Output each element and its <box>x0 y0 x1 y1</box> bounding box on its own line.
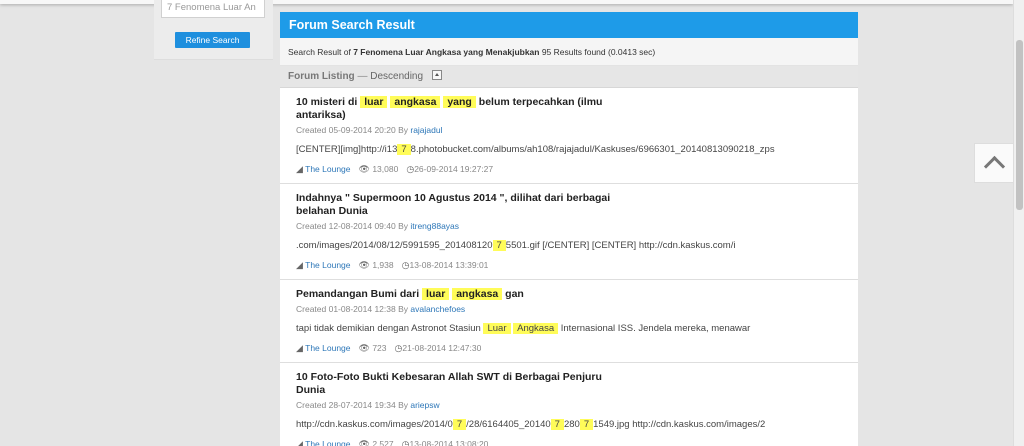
thread-snippet: http://cdn.kaskus.com/images/2014/0 7/28/… <box>296 418 843 431</box>
snippet-part: .com/images/2014/08/12/5991595_201408120 <box>296 240 493 251</box>
title-part: Indahnya " Supermoon 10 Agustus 2014 ", … <box>296 192 611 217</box>
result-query: 7 Fenomena Luar Angkasa yang Menakjubkan <box>353 47 540 57</box>
listing-separator: — <box>354 71 371 82</box>
snippet-part: 8.photobucket.com/albums/ah108/rajajadul… <box>410 144 775 155</box>
created-text: Created 12-08-2014 09:40 By <box>296 221 411 231</box>
thread-snippet: tapi tidak demikian dengan Astronot Stas… <box>296 322 843 335</box>
eye-icon: 👁 <box>358 260 370 270</box>
tag-icon: ◢ <box>296 439 303 446</box>
last-post-time: 26-09-2014 19:27:27 <box>414 164 494 174</box>
back-to-top-button[interactable] <box>974 143 1014 183</box>
thread-list: 10 misteri di luar angkasa yang belum te… <box>280 88 858 446</box>
snippet-part: 7 <box>550 419 564 430</box>
snippet-part: 1549.jpg http://cdn.kaskus.com/images/2 <box>593 419 766 430</box>
listing-order: Descending <box>370 71 424 82</box>
title-part: Pemandangan Bumi dari <box>296 288 423 300</box>
category-link[interactable]: The Lounge <box>305 260 350 270</box>
title-part: angkasa <box>390 96 441 108</box>
author-link[interactable]: avalanchefoes <box>410 304 465 314</box>
thread-meta: Created 01-08-2014 12:38 By avalanchefoe… <box>296 303 843 315</box>
thread-row: Pemandangan Bumi dari luar angkasa gan Cr… <box>280 280 858 363</box>
eye-icon: 👁 <box>358 439 370 446</box>
tag-icon: ◢ <box>296 343 303 353</box>
category-link[interactable]: The Lounge <box>305 343 350 353</box>
views-count: 1,938 <box>372 260 394 270</box>
snippet-part: 5501.gif [/CENTER] [CENTER] http://cdn.k… <box>505 240 736 251</box>
snippet-part: Angkasa <box>513 323 559 334</box>
snippet-part: [CENTER][img]http://i13 <box>296 144 398 155</box>
author-link[interactable]: itreng88ayas <box>410 221 459 231</box>
views-count: 2,527 <box>372 439 394 446</box>
snippet-part: 7 <box>397 144 411 155</box>
title-part: luar <box>422 288 450 300</box>
eye-icon: 👁 <box>358 343 370 353</box>
title-part: gan <box>502 288 524 300</box>
thread-meta: Created 28-07-2014 19:34 By ariepsw <box>296 399 843 411</box>
thread-stats: ◢ The Lounge 👁 723 ◷21-08-2014 12:47:30 <box>296 342 843 354</box>
title-part: angkasa <box>452 288 503 300</box>
thread-stats: ◢ The Lounge 👁 13,080 ◷26-09-2014 19:27:27 <box>296 163 843 175</box>
snippet-part: 7 <box>452 419 467 430</box>
thread-title[interactable]: 10 misteri di luar angkasa yang belum te… <box>296 96 626 122</box>
eye-icon: 👁 <box>358 164 370 174</box>
created-text: Created 01-08-2014 12:38 By <box>296 304 411 314</box>
forum-listing-bar: Forum Listing — Descending <box>280 66 858 88</box>
snippet-part: tapi tidak demikian dengan Astronot Stas… <box>296 323 484 334</box>
thread-row: 10 misteri di luar angkasa yang belum te… <box>280 88 858 184</box>
clock-icon: ◷ <box>406 164 415 174</box>
scrollbar[interactable] <box>1013 0 1024 446</box>
thread-title[interactable]: Pemandangan Bumi dari luar angkasa gan <box>296 288 626 301</box>
category-link[interactable]: The Lounge <box>305 439 350 446</box>
thread-snippet: [CENTER][img]http://i13 7 8.photobucket.co… <box>296 143 843 156</box>
thread-stats: ◢ The Lounge 👁 2,527 ◷13-08-2014 13:08:20 <box>296 438 843 446</box>
result-summary: Search Result of 7 Fenomena Luar Angkasa… <box>280 38 858 66</box>
last-post-time: 13-08-2014 13:08:20 <box>409 439 489 446</box>
author-link[interactable]: rajajadul <box>410 125 442 135</box>
tag-icon: ◢ <box>296 164 303 174</box>
thread-stats: ◢ The Lounge 👁 1,938 ◷13-08-2014 13:39:01 <box>296 259 843 271</box>
created-text: Created 05-09-2014 20:20 By <box>296 125 411 135</box>
last-post-time: 13-08-2014 13:39:01 <box>409 260 489 270</box>
thread-title[interactable]: Indahnya " Supermoon 10 Agustus 2014 ", … <box>296 192 626 218</box>
top-bar <box>0 0 1013 4</box>
category-link[interactable]: The Lounge <box>305 164 350 174</box>
title-part: 10 misteri di <box>296 96 361 108</box>
tag-icon: ◢ <box>296 260 303 270</box>
title-part: yang <box>443 96 476 108</box>
author-link[interactable]: ariepsw <box>410 400 439 410</box>
snippet-part: /28/6164405_20140 <box>466 419 551 430</box>
created-text: Created 28-07-2014 19:34 By <box>296 400 411 410</box>
collapse-icon[interactable] <box>431 70 442 80</box>
snippet-part: Internasional ISS. Jendela mereka, menaw… <box>558 323 751 334</box>
scrollbar-thumb[interactable] <box>1016 40 1023 210</box>
page-title: Forum Search Result <box>280 12 858 38</box>
refine-search-button[interactable]: Refine Search <box>175 32 250 48</box>
snippet-part: 7 <box>579 419 594 430</box>
snippet-part: 7 <box>492 240 506 251</box>
thread-snippet: .com/images/2014/08/12/5991595_201408120… <box>296 239 843 252</box>
result-prefix: Search Result of <box>288 47 354 57</box>
title-part: luar <box>360 96 388 108</box>
thread-row: Indahnya " Supermoon 10 Agustus 2014 ", … <box>280 184 858 280</box>
snippet-part: http://cdn.kaskus.com/images/2014/0 <box>296 419 453 430</box>
last-post-time: 21-08-2014 12:47:30 <box>402 343 482 353</box>
result-count: 95 Results found (0.0413 sec) <box>539 47 656 57</box>
title-part: 10 Foto-Foto Bukti Kebesaran Allah SWT d… <box>296 371 602 396</box>
views-count: 723 <box>372 343 387 353</box>
snippet-part: 280 <box>563 419 580 430</box>
thread-meta: Created 05-09-2014 20:20 By rajajadul <box>296 124 843 136</box>
search-input[interactable]: 7 Fenomena Luar An <box>161 0 265 18</box>
snippet-part: Luar <box>483 323 511 334</box>
views-count: 13,080 <box>372 164 399 174</box>
thread-meta: Created 12-08-2014 09:40 By itreng88ayas <box>296 220 843 232</box>
listing-label: Forum Listing <box>288 71 355 82</box>
thread-title[interactable]: 10 Foto-Foto Bukti Kebesaran Allah SWT d… <box>296 371 626 397</box>
forum-search-result-panel: Forum Search Result Search Result of 7 F… <box>280 12 858 446</box>
thread-row: 10 Foto-Foto Bukti Kebesaran Allah SWT d… <box>280 363 858 446</box>
